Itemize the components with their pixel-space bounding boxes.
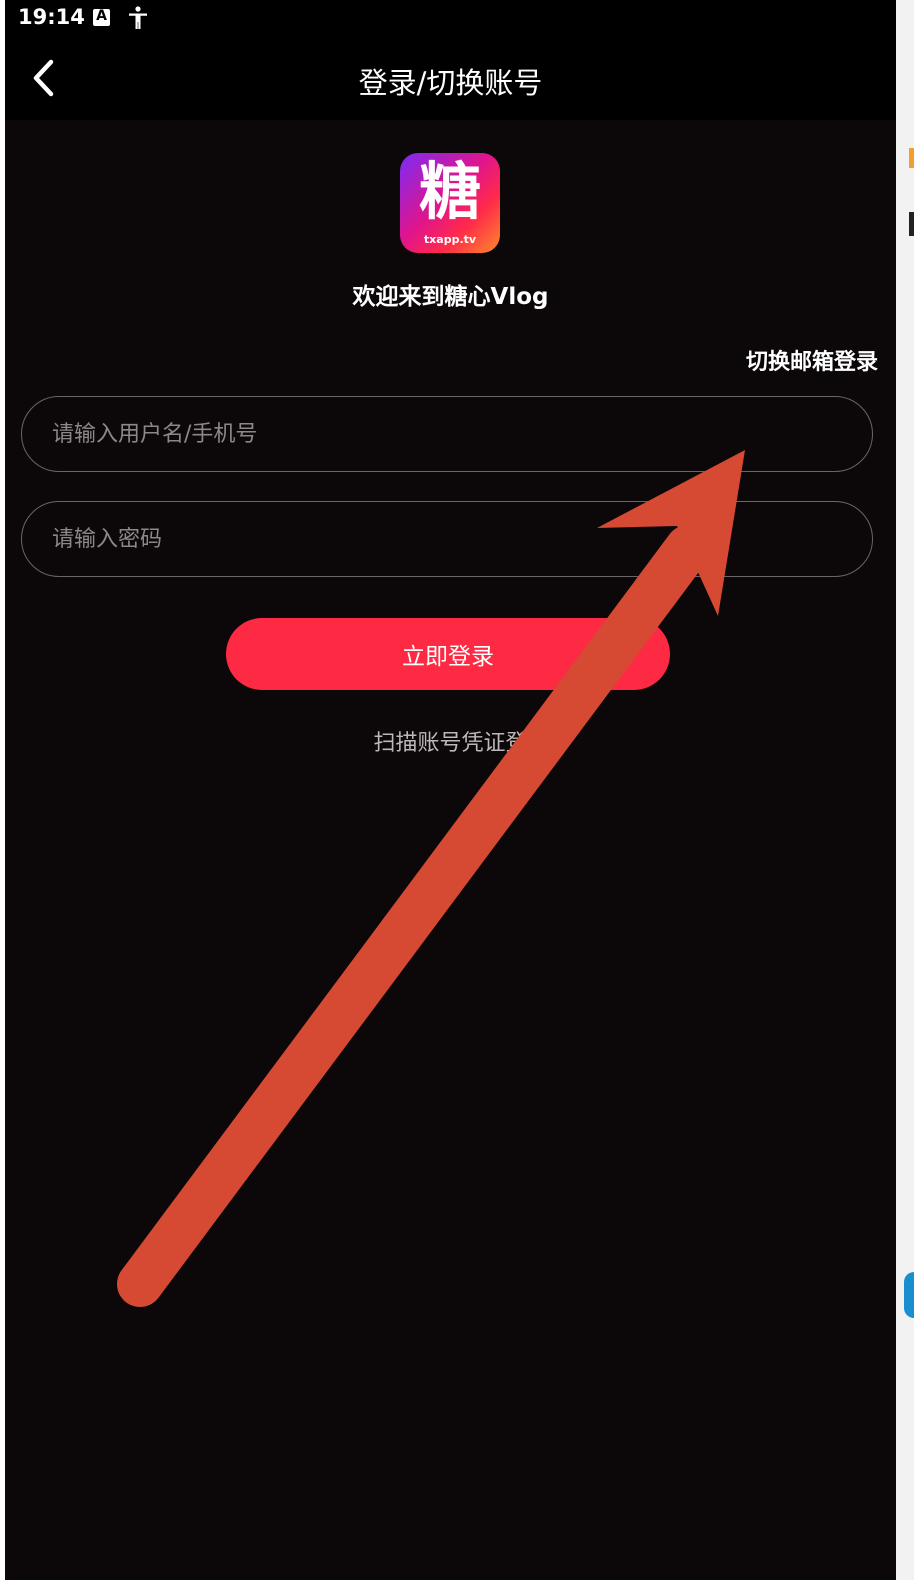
logo-url-text: txapp.tv [423,233,477,246]
switch-email-login-link[interactable]: 切换邮箱登录 [746,344,878,376]
welcome-text: 欢迎来到糖心Vlog [352,284,549,310]
app-logo: 糖 txapp.tv [400,153,500,253]
username-input[interactable] [50,397,844,472]
login-button[interactable]: 立即登录 [226,618,670,690]
status-bar: 19:14 A [5,0,896,36]
password-input[interactable] [50,502,844,577]
login-screen: 19:14 A 登录/切换账号 糖 txapp.tv 欢迎来到糖心Vlog 切换… [5,0,896,1580]
accessibility-icon [129,6,147,29]
scan-credential-login-link[interactable]: 扫描账号凭证登 [5,725,896,757]
edge-fragment [909,212,914,236]
password-field[interactable] [21,501,873,577]
logo-character: 糖 [418,155,481,228]
edge-fragment [909,148,914,168]
app-bar: 登录/切换账号 [5,36,896,120]
username-field[interactable] [21,396,873,472]
a-notification-icon: A [93,8,110,26]
edge-fragment [904,1272,914,1318]
page-title: 登录/切换账号 [358,66,543,100]
status-time: 19:14 [18,5,85,29]
edge-fragment [896,0,914,1580]
